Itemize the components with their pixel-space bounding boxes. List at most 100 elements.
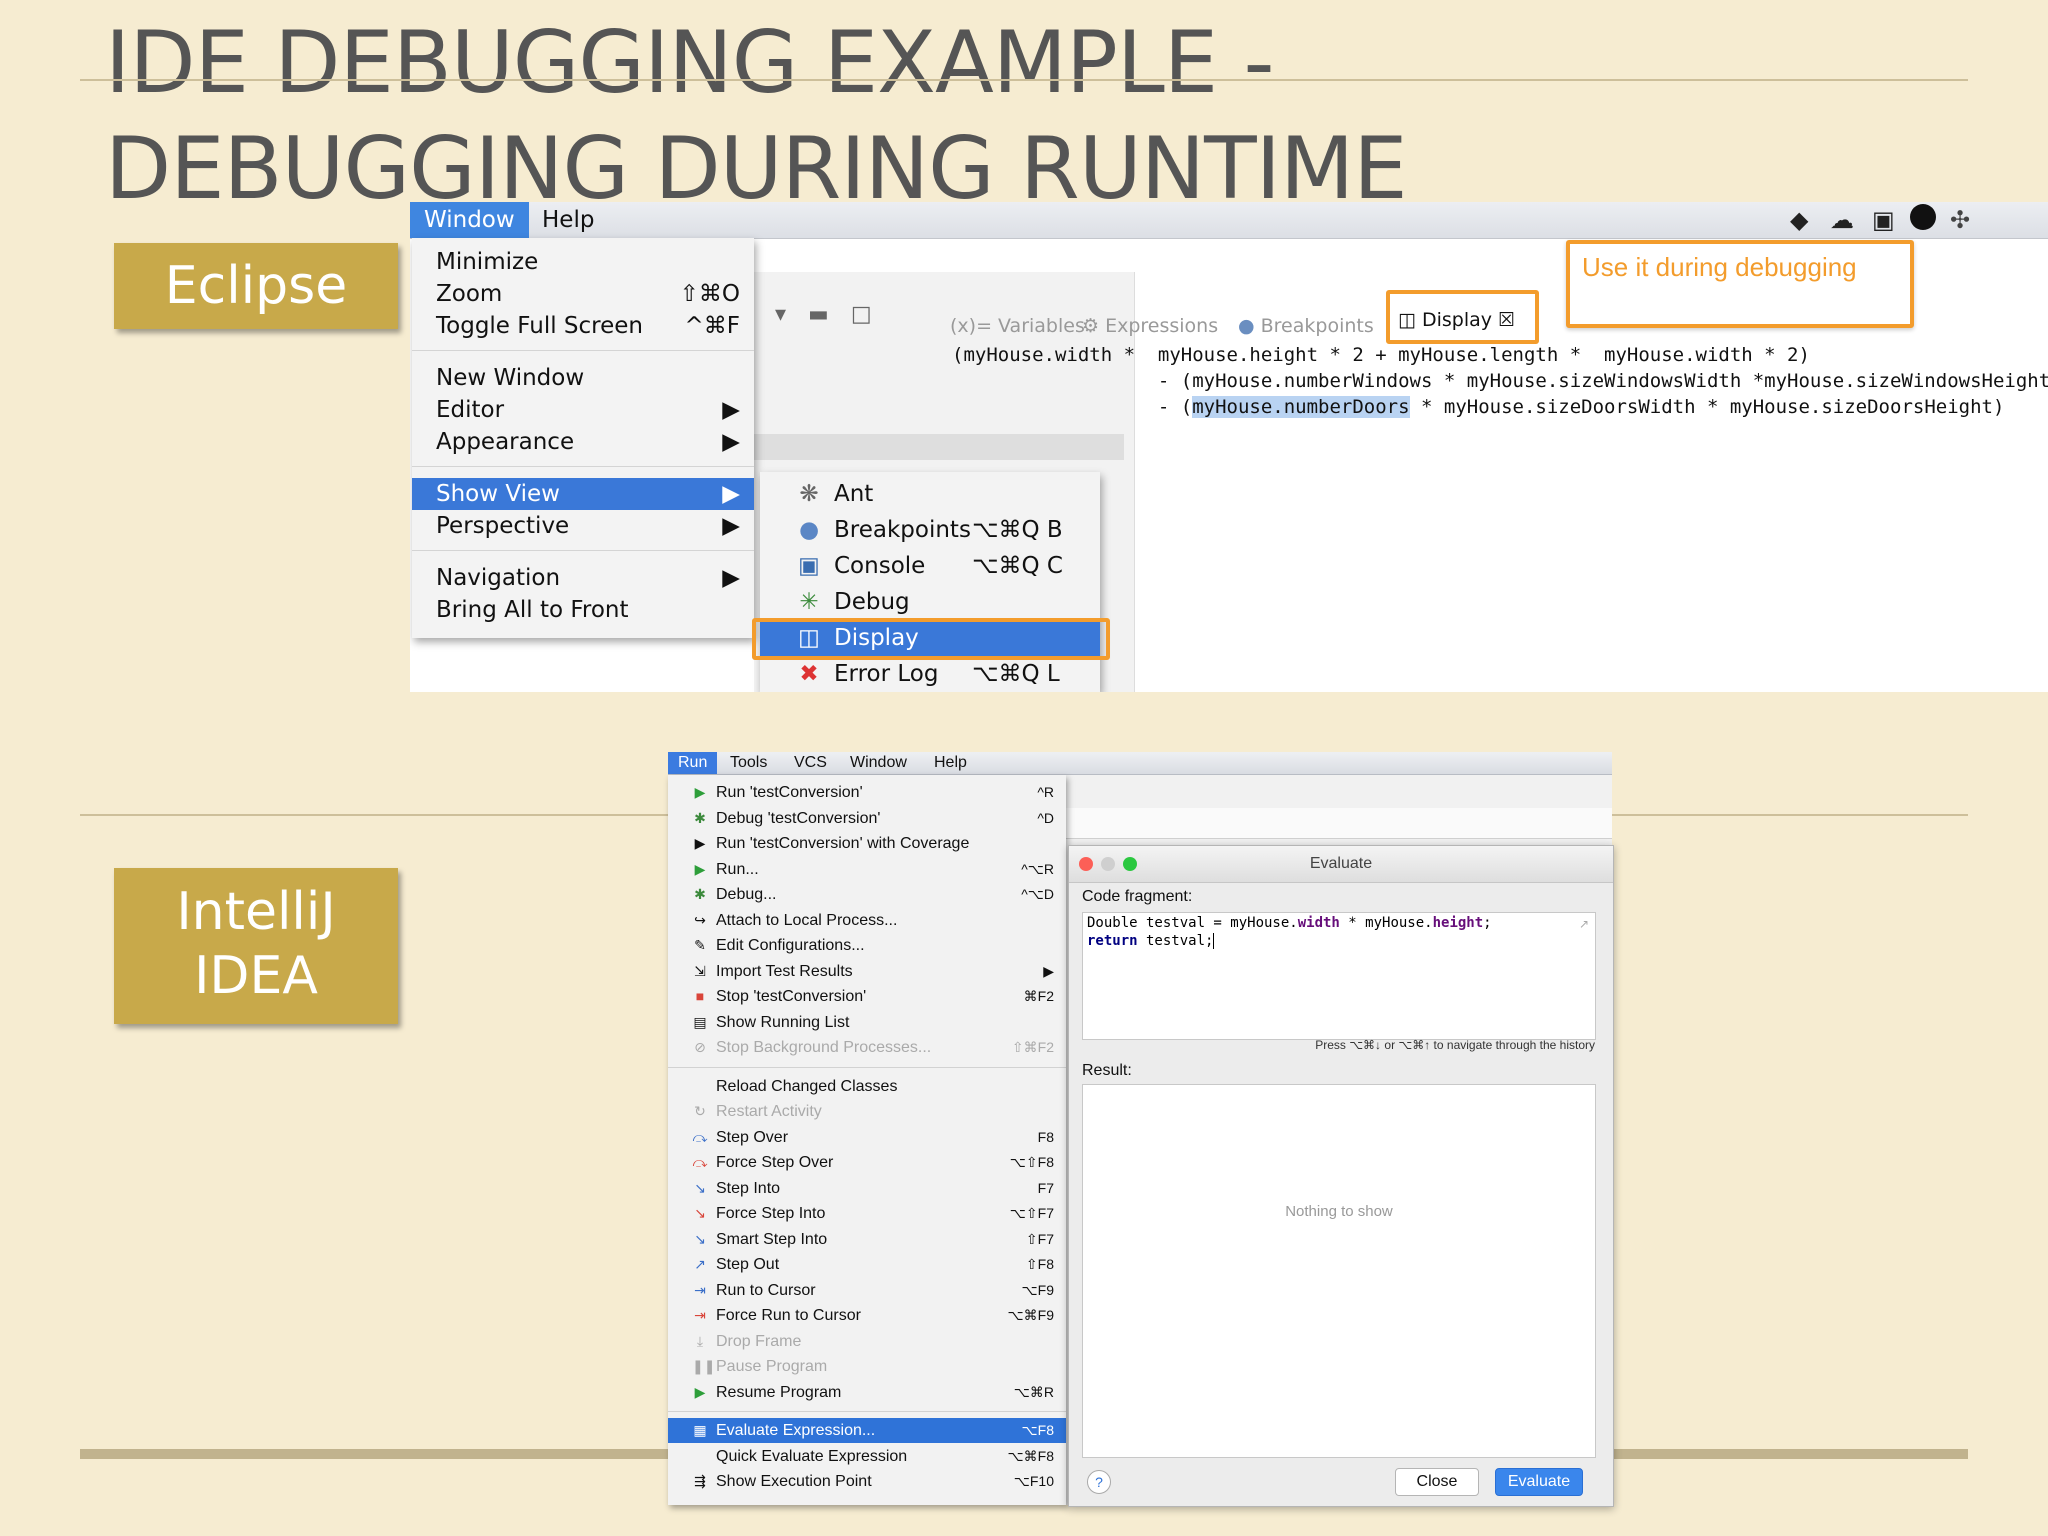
network-icon[interactable]: ✣ bbox=[1950, 206, 1970, 234]
menu-item-bring-all-to-front[interactable]: Bring All to Front bbox=[412, 594, 754, 626]
evaluate-dialog: Evaluate Code fragment: Double testval =… bbox=[1068, 845, 1614, 1507]
menu-vcs[interactable]: VCS bbox=[784, 752, 837, 774]
submenu-item-debug[interactable]: ✳ Debug bbox=[760, 584, 1100, 620]
menu-window[interactable]: Window bbox=[410, 202, 529, 238]
resume-icon: ▶ bbox=[694, 1383, 706, 1400]
run-icon: ▶ bbox=[694, 784, 706, 800]
menu-item-appearance[interactable]: Appearance ▶ bbox=[412, 426, 754, 458]
menu-item-edit-configurations[interactable]: ✎ Edit Configurations... bbox=[668, 933, 1066, 958]
force-step-over-icon: ⤼ bbox=[692, 1154, 708, 1170]
evernote-icon[interactable]: ◆ bbox=[1790, 206, 1808, 234]
menu-item-label: Stop Background Processes... bbox=[716, 1039, 932, 1056]
menu-item-run-testconversion-with-coverage[interactable]: ▶ Run 'testConversion' with Coverage bbox=[668, 831, 1066, 856]
menu-item-label: Run 'testConversion' bbox=[716, 784, 863, 801]
tab-expressions[interactable]: ⚙ Expressions bbox=[1082, 308, 1218, 344]
menu-item-editor[interactable]: Editor ▶ bbox=[412, 394, 754, 426]
menu-item-evaluate-expression[interactable]: ▦ Evaluate Expression... ⌥F8 bbox=[668, 1418, 1066, 1443]
menu-item-step-into[interactable]: ↘ Step Into F7 bbox=[668, 1176, 1066, 1201]
menu-item-shortcut: ▶ bbox=[1043, 962, 1054, 979]
cloud-upload-icon[interactable]: ☁ bbox=[1830, 206, 1854, 234]
view-toolbar-icons[interactable]: ▾▬□ bbox=[775, 302, 894, 327]
menu-item-label: Run to Cursor bbox=[716, 1281, 816, 1299]
menu-item-force-step-over[interactable]: ⤼ Force Step Over ⌥⇧F8 bbox=[668, 1150, 1066, 1175]
menu-item-toggle-full-screen[interactable]: Toggle Full Screen ^⌘F bbox=[412, 310, 754, 342]
execution-point-icon: ⇶ bbox=[694, 1473, 706, 1489]
menu-item-label: Show Running List bbox=[716, 1013, 850, 1031]
run-to-cursor-icon: ⇥ bbox=[694, 1281, 706, 1298]
menu-item-reload-changed-classes[interactable]: Reload Changed Classes bbox=[668, 1074, 1066, 1099]
code-fragment-editor[interactable]: Double testval = myHouse.width * myHouse… bbox=[1082, 912, 1596, 1040]
menu-item-step-over[interactable]: ⤼ Step Over F8 bbox=[668, 1125, 1066, 1150]
menu-help[interactable]: Help bbox=[528, 202, 608, 238]
run-menu: ▶ Run 'testConversion' ^R ✱ Debug 'testConve… bbox=[668, 775, 1066, 1505]
close-button[interactable]: Close bbox=[1395, 1468, 1479, 1496]
callout-text: Use it during debugging bbox=[1582, 252, 1857, 282]
menu-item-smart-step-into[interactable]: ↘ Smart Step Into ⇧F7 bbox=[668, 1227, 1066, 1252]
submenu-item-console[interactable]: ▣ Console ⌥⌘Q C bbox=[760, 548, 1100, 584]
menu-item-run-to-cursor[interactable]: ⇥ Run to Cursor ⌥F9 bbox=[668, 1278, 1066, 1303]
menu-item-label: Stop 'testConversion' bbox=[716, 988, 867, 1005]
menu-item-debug-testconversion[interactable]: ✱ Debug 'testConversion' ^D bbox=[668, 806, 1066, 831]
tab-breakpoints[interactable]: ● Breakpoints bbox=[1238, 308, 1374, 344]
submenu-item-error-log[interactable]: ✖ Error Log ⌥⌘Q L bbox=[760, 656, 1100, 692]
menu-run[interactable]: Run bbox=[668, 752, 718, 774]
force-step-into-icon: ↘ bbox=[694, 1205, 706, 1221]
menu-item-label: Resume Program bbox=[716, 1383, 842, 1401]
pause-icon: ❚❚ bbox=[692, 1358, 716, 1374]
menu-item-minimize[interactable]: Minimize bbox=[412, 246, 754, 278]
menu-item-shortcut: F7 bbox=[1037, 1179, 1054, 1196]
menu-help[interactable]: Help bbox=[924, 752, 977, 774]
menu-item-show-running-list[interactable]: ▤ Show Running List bbox=[668, 1010, 1066, 1035]
menu-item-show-view[interactable]: Show View ▶ bbox=[412, 478, 754, 510]
menu-window[interactable]: Window bbox=[840, 752, 917, 774]
help-button[interactable]: ? bbox=[1087, 1470, 1111, 1494]
menu-item-label: Restart Activity bbox=[716, 1103, 822, 1120]
menu-separator bbox=[412, 550, 754, 551]
breakpoints-tab-icon: ● bbox=[1238, 315, 1261, 337]
menu-item-run[interactable]: ▶ Run... ^⌥R bbox=[668, 857, 1066, 882]
menu-item-restart-activity[interactable]: ↻ Restart Activity bbox=[668, 1099, 1066, 1124]
slide-title-line1: IDE DEBUGGING EXAMPLE - bbox=[105, 13, 1275, 113]
menu-item-label: Import Test Results bbox=[716, 962, 853, 980]
menu-item-perspective[interactable]: Perspective ▶ bbox=[412, 510, 754, 542]
menu-item-stop-background-processes[interactable]: ⊘ Stop Background Processes... ⇧⌘F2 bbox=[668, 1035, 1066, 1060]
status-dot-icon[interactable] bbox=[1910, 204, 1936, 230]
menu-item-step-out[interactable]: ↗ Step Out ⇧F8 bbox=[668, 1252, 1066, 1277]
evaluate-button[interactable]: Evaluate bbox=[1495, 1468, 1583, 1496]
menu-item-resume-program[interactable]: ▶ Resume Program ⌥⌘R bbox=[668, 1380, 1066, 1405]
menu-item-quick-evaluate-expression[interactable]: Quick Evaluate Expression ⌥⌘F8 bbox=[668, 1444, 1066, 1469]
menu-item-import-test-results[interactable]: ⇲ Import Test Results ▶ bbox=[668, 959, 1066, 984]
menu-item-debug[interactable]: ✱ Debug... ^⌥D bbox=[668, 882, 1066, 907]
menu-item-run-testconversion[interactable]: ▶ Run 'testConversion' ^R bbox=[668, 780, 1066, 805]
menu-item-shortcut: ⌥F10 bbox=[1013, 1473, 1054, 1489]
menu-item-navigation[interactable]: Navigation ▶ bbox=[412, 562, 754, 594]
menu-item-label: Debug 'testConversion' bbox=[716, 809, 881, 827]
menu-item-force-run-to-cursor[interactable]: ⇥ Force Run to Cursor ⌥⌘F9 bbox=[668, 1303, 1066, 1328]
menu-item-new-window[interactable]: New Window bbox=[412, 362, 754, 394]
tab-variables[interactable]: (x)= Variables bbox=[950, 308, 1085, 344]
menu-item-pause-program[interactable]: ❚❚ Pause Program bbox=[668, 1354, 1066, 1379]
menu-item-zoom[interactable]: Zoom ⇧⌘O bbox=[412, 278, 754, 310]
debug-icon: ✳ bbox=[799, 589, 819, 615]
submenu-item-breakpoints[interactable]: ● Breakpoints ⌥⌘Q B bbox=[760, 512, 1100, 548]
menu-item-stop-testconversion[interactable]: ■ Stop 'testConversion' ⌘F2 bbox=[668, 984, 1066, 1009]
menu-item-force-step-into[interactable]: ↘ Force Step Into ⌥⇧F7 bbox=[668, 1201, 1066, 1226]
menu-tools[interactable]: Tools bbox=[720, 752, 777, 774]
evaluate-icon: ▦ bbox=[693, 1422, 707, 1438]
dialog-titlebar: Evaluate bbox=[1069, 846, 1613, 883]
menu-separator bbox=[668, 1411, 1066, 1412]
tab-display[interactable]: ◫ Display ☒ bbox=[1398, 302, 1515, 338]
menu-item-shortcut: ⇧F7 bbox=[1025, 1230, 1054, 1247]
menu-item-attach-to-local-process[interactable]: ↪ Attach to Local Process... bbox=[668, 908, 1066, 933]
intellij-menubar: Run Tools VCS Window Help bbox=[668, 752, 1612, 775]
submenu-item-ant[interactable]: ❋ Ant bbox=[760, 476, 1100, 512]
menu-item-drop-frame[interactable]: ⤓ Drop Frame bbox=[668, 1329, 1066, 1354]
close-icon[interactable]: ☒ bbox=[1498, 309, 1515, 331]
menu-item-label: Reload Changed Classes bbox=[716, 1077, 898, 1095]
menu-item-label: Run 'testConversion' with Coverage bbox=[716, 835, 970, 852]
menu-item-label: Force Run to Cursor bbox=[716, 1307, 861, 1324]
menu-item-shortcut: ⇧F8 bbox=[1025, 1256, 1054, 1272]
expand-icon[interactable]: ↗ bbox=[1579, 917, 1589, 931]
menu-item-show-execution-point[interactable]: ⇶ Show Execution Point ⌥F10 bbox=[668, 1469, 1066, 1494]
docker-icon[interactable]: ▣ bbox=[1872, 206, 1895, 234]
